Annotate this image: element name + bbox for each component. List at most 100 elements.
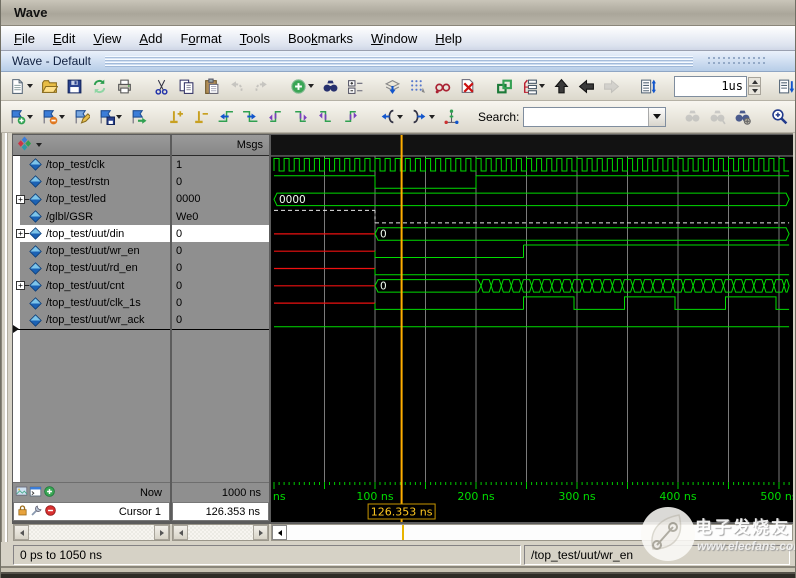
menu-help[interactable]: Help [426,28,471,49]
spin-up-icon[interactable] [748,77,761,86]
menu-tools[interactable]: Tools [231,28,279,49]
caption-grip[interactable] [707,56,765,66]
waveform-canvas[interactable]: 000000 [271,135,793,482]
signal-row-value[interactable]: 0 [172,277,269,294]
delete-cursor-icon[interactable] [44,504,57,520]
fall-prev-icon[interactable] [263,104,288,129]
zoom-in-icon[interactable] [767,104,792,129]
menu-bookmarks[interactable]: Bookmarks [279,28,362,49]
rise-prev-icon[interactable] [313,104,338,129]
msgs-scroll-track[interactable] [188,525,253,540]
dot-grid-icon[interactable] [405,74,430,99]
signal-row-value[interactable]: 1 [172,156,269,173]
layers-download-icon[interactable] [380,74,405,99]
run-length-input[interactable] [674,76,747,97]
save-icon[interactable] [62,74,87,99]
search-dropdown-icon[interactable] [648,108,665,126]
edge-next-icon[interactable] [238,104,263,129]
scroll-right-icon[interactable] [154,525,169,540]
msgs-hscrollbar[interactable] [172,524,269,541]
signal-row-name[interactable]: +/top_test/uut/din [13,225,170,242]
hierarchy-insert-icon[interactable] [517,74,549,99]
signal-row-name[interactable]: /top_test/clk [13,156,170,173]
refresh-icon[interactable] [87,74,112,99]
signal-row-name[interactable]: /top_test/uut/clk_1s [13,294,170,311]
chevron-down-icon[interactable] [429,115,435,119]
chevron-down-icon[interactable] [539,84,545,88]
menu-edit[interactable]: Edit [44,28,84,49]
msgs-column-header[interactable]: Msgs [172,135,269,156]
run-length-spinbox[interactable] [674,76,761,97]
find-binoculars-icon[interactable] [318,74,343,99]
signal-row-value[interactable]: We0 [172,208,269,225]
link-signals-icon[interactable] [492,74,517,99]
chevron-down-icon[interactable] [116,115,122,119]
cut-icon[interactable] [149,74,174,99]
flag-save-icon[interactable] [94,104,126,129]
cursor-add-icon[interactable] [163,104,188,129]
lock-icon[interactable] [16,504,29,520]
wave-hscrollbar[interactable] [271,524,793,541]
wrench-icon[interactable] [30,504,43,520]
search-input[interactable] [524,108,648,126]
expand-tree-icon[interactable] [343,74,368,99]
names-scroll-track[interactable] [29,525,154,540]
signal-row-name[interactable]: /glbl/GSR [13,208,170,225]
menu-file[interactable]: File [5,28,44,49]
expand-time-icon[interactable] [407,104,439,129]
menu-view[interactable]: View [84,28,130,49]
signal-row-name[interactable]: /top_test/uut/wr_en [13,242,170,259]
menu-add[interactable]: Add [130,28,171,49]
arrow-left-icon[interactable] [574,74,599,99]
timeline-ruler[interactable]: 0 ns100 ns200 ns300 ns400 ns500 ns126.35… [271,482,793,522]
new-document-icon[interactable] [5,74,37,99]
print-icon[interactable] [112,74,137,99]
collapse-time-icon[interactable] [375,104,407,129]
chevron-down-icon[interactable] [397,115,403,119]
chevron-down-icon[interactable] [308,84,314,88]
zoom-out-icon[interactable] [792,104,796,129]
signal-row-value[interactable]: 0 [172,260,269,277]
edge-prev-icon[interactable] [213,104,238,129]
expand-plus-icon[interactable]: + [16,195,25,204]
picture-icon[interactable] [15,485,28,501]
flag-go-icon[interactable] [126,104,151,129]
spin-down-icon[interactable] [748,86,761,95]
copy-icon[interactable] [174,74,199,99]
expand-plus-icon[interactable]: + [16,229,25,238]
signal-row-value[interactable]: 0 [172,242,269,259]
scroll-right-icon[interactable] [253,525,268,540]
cursor-delete-icon[interactable] [188,104,213,129]
add-cursor-icon[interactable] [43,485,56,501]
names-hscrollbar[interactable] [13,524,170,541]
search-options-icon[interactable] [730,104,755,129]
title-bar[interactable]: Wave [1,0,795,26]
delete-document-icon[interactable] [455,74,480,99]
signal-row-value[interactable]: 0000 [172,191,269,208]
names-column-header[interactable] [13,135,170,156]
signal-row-name[interactable]: /top_test/uut/wr_ack [13,312,170,329]
arrow-up-icon[interactable] [549,74,574,99]
flag-remove-icon[interactable] [37,104,69,129]
chevron-down-icon[interactable] [36,143,42,147]
signal-row-name[interactable]: +/top_test/uut/cnt [13,277,170,294]
chevron-down-icon[interactable] [27,115,33,119]
signal-row-name[interactable]: /top_test/rstn [13,173,170,190]
signal-row-name[interactable]: +/top_test/led [13,191,170,208]
rise-next-icon[interactable] [338,104,363,129]
chevron-down-icon[interactable] [59,115,65,119]
run-icon[interactable] [774,74,796,99]
scroll-left-icon[interactable] [14,525,29,540]
scroll-left-icon[interactable] [173,525,188,540]
paste-icon[interactable] [199,74,224,99]
scroll-left-icon[interactable] [272,525,287,540]
cursor-row-names[interactable]: Cursor 1 [13,502,170,521]
find-breakpoint-icon[interactable] [430,74,455,99]
fall-next-icon[interactable] [288,104,313,129]
wave-scroll-track[interactable] [287,525,792,540]
insert-mode-icon[interactable] [439,104,464,129]
signal-row-name[interactable]: /top_test/uut/rd_en [13,260,170,277]
left-resize-grip[interactable] [1,133,12,542]
expand-plus-icon[interactable]: + [16,281,25,290]
chevron-down-icon[interactable] [27,84,33,88]
